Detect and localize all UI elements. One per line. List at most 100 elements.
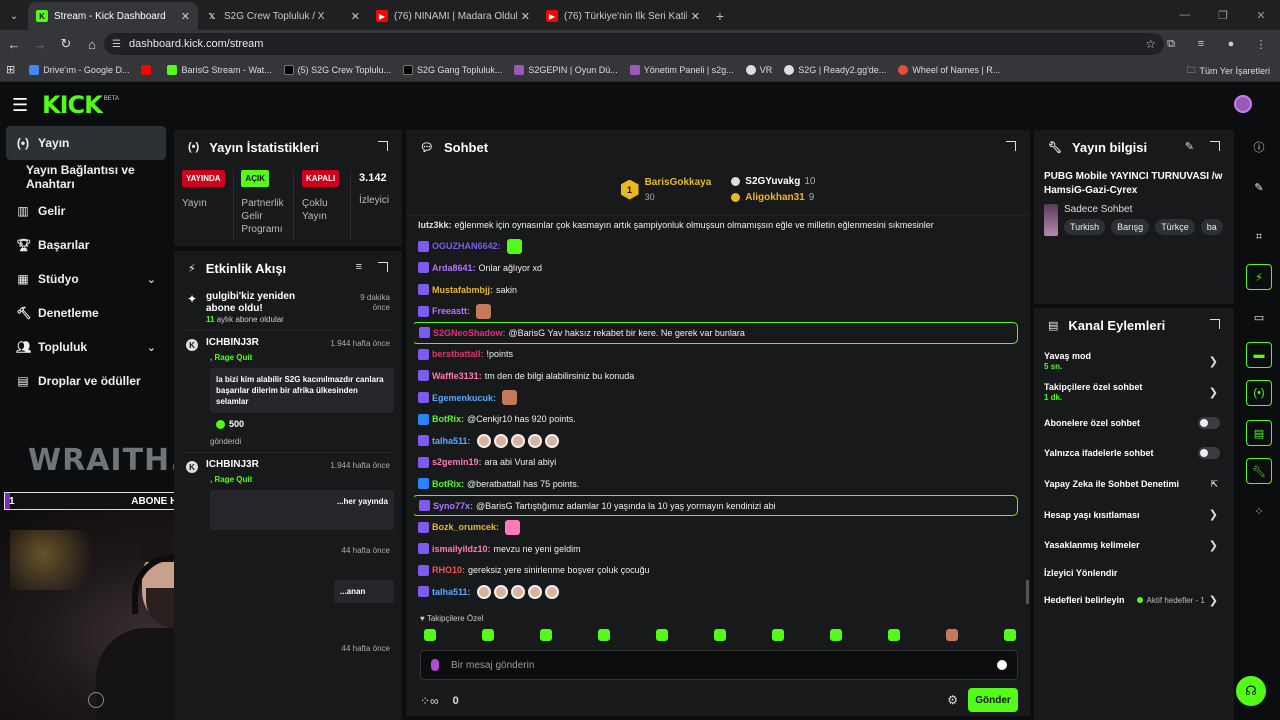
mic-icon[interactable] — [431, 659, 439, 671]
top-gifter-2[interactable]: S2GYuvakg 10 — [731, 174, 815, 190]
chat-username[interactable]: Mustafabmbjj: — [432, 285, 493, 295]
tag[interactable]: ba — [1200, 219, 1223, 235]
minimize-icon[interactable]: — — [1166, 0, 1204, 30]
apps-icon[interactable]: ⊞ — [6, 63, 15, 76]
broadcast-icon[interactable]: (•) — [1246, 380, 1272, 406]
gear-icon[interactable]: ⚙ — [947, 693, 958, 707]
chat-message[interactable]: talha511: — [414, 430, 1018, 452]
chat-message[interactable]: Freeastt: — [414, 300, 1018, 322]
popout-icon[interactable] — [1210, 319, 1220, 329]
emote-icon[interactable] — [424, 629, 436, 641]
emote-icon[interactable] — [772, 629, 784, 641]
chat-message[interactable]: Arda8641: Onlar ağlıyor xd — [414, 257, 1018, 279]
action-banned-words[interactable]: Yasaklanmış kelimeler ❯ — [1044, 530, 1224, 561]
tab-close-icon[interactable]: ✕ — [181, 10, 190, 23]
chat-username[interactable]: ismailyildz10: — [432, 544, 491, 554]
action-ai-moderation[interactable]: Yapay Zeka ile Sohbet Denetimi ⇱ — [1044, 469, 1224, 500]
extensions-icon[interactable]: ⧉ — [1160, 33, 1182, 55]
chat-username[interactable]: talha511: — [432, 587, 471, 597]
wrench-icon[interactable]: 🔧︎ — [1246, 458, 1272, 484]
browser-tab-youtube-1[interactable]: ▶ (76) NİNAMİ | Madara Olduk # ✕ — [368, 2, 538, 30]
profile-icon[interactable]: ● — [1220, 33, 1242, 55]
emote-icon[interactable] — [1004, 629, 1016, 641]
chat-message[interactable]: Egemenkucuk: — [414, 387, 1018, 409]
bookmark-item[interactable]: S2G | Ready2.gg'de... — [784, 64, 886, 75]
chat-message[interactable]: BotRix: @beratbattall has 75 points. — [414, 473, 1018, 495]
sidebar-item-stream-key[interactable]: Yayın Bağlantısı ve Anahtarı — [0, 160, 172, 194]
popout-icon[interactable] — [1006, 141, 1016, 151]
chat-message[interactable]: talha511: — [414, 581, 1018, 603]
send-button[interactable]: Gönder — [968, 688, 1018, 712]
document-icon[interactable]: ▭ — [1246, 304, 1272, 330]
tab-search-button[interactable]: ⌄ — [0, 2, 28, 30]
chat-message[interactable]: ismailyildz10: mevzu ne yeni geldim — [414, 538, 1018, 560]
bookmark-item[interactable]: S2GEPIN | Oyun Dü... — [514, 64, 618, 75]
chat-message[interactable]: Mustafabmbjj: sakin — [414, 279, 1018, 301]
kick-logo[interactable]: KICK — [42, 91, 103, 119]
action-followers-only[interactable]: Takipçilere özel sohbet 1 dk. ❯ — [1044, 377, 1224, 408]
emote-icon[interactable] — [540, 629, 552, 641]
bookmark-item[interactable]: S2G Gang Topluluk... — [403, 64, 502, 75]
chat-scrollbar[interactable] — [1026, 580, 1029, 604]
browser-tab-youtube-2[interactable]: ▶ (76) Türkiye'nin İlk Seri Katili: A ✕ — [538, 2, 708, 30]
chat-username[interactable]: RHO10: — [432, 565, 465, 575]
browser-tab-x[interactable]: 𝕏 S2G Crew Topluluk / X ✕ — [198, 2, 368, 30]
emote-icon[interactable] — [946, 629, 958, 641]
emote-icon[interactable] — [888, 629, 900, 641]
menu-icon[interactable]: ⋮ — [1250, 33, 1272, 55]
forward-icon[interactable]: → — [28, 32, 52, 56]
top-gifter-1[interactable]: 1 BarisGokkaya 30 — [620, 177, 711, 202]
chat-message-list[interactable]: lutz3kk: eğlenmek için oynasınlar çok kas… — [414, 214, 1018, 604]
action-raid[interactable]: İzleyici Yönlendir — [1044, 561, 1224, 585]
chat-message[interactable]: BotRix: @Cenkjr10 has 920 points. — [414, 408, 1018, 430]
sidebar-item-topluluk[interactable]: 👥︎ Topluluk ⌄ — [0, 330, 172, 364]
tab-close-icon[interactable]: ✕ — [691, 10, 700, 23]
chat-icon[interactable]: ▬ — [1246, 342, 1272, 368]
chat-message[interactable]: lutz3kk: eğlenmek için oynasınlar çok kas… — [414, 214, 1018, 236]
all-bookmarks[interactable]: 🗀 Tüm Yer İşaretleri — [1186, 63, 1270, 79]
tag[interactable]: Türkçe — [1155, 219, 1195, 235]
category-thumbnail[interactable] — [1044, 204, 1058, 236]
bookmark-item[interactable]: BarisG Stream - Wat... — [167, 64, 272, 75]
bookmark-item[interactable]: Drive'ım - Google D... — [29, 64, 129, 75]
tab-close-icon[interactable]: ✕ — [521, 10, 530, 23]
points-infinity-icon[interactable]: ⁘∞ — [420, 694, 439, 708]
action-slow-mode[interactable]: Yavaş mod 5 sn. ❯ — [1044, 346, 1224, 377]
chat-username[interactable]: s2gemin19: — [432, 457, 482, 467]
chat-message[interactable]: Syno77x: @BarisG Tartıştığımız adamlar 10… — [414, 494, 1018, 517]
chat-message[interactable]: S2GNeoShadow: @BarisG Yav haksız rekabet … — [414, 321, 1018, 344]
sidebar-item-basarilar[interactable]: 🏆︎ Başarılar — [0, 228, 172, 262]
dashboard-icon[interactable]: ▤ — [1246, 420, 1272, 446]
chat-username[interactable]: Waffle3131: — [432, 371, 482, 381]
chat-message[interactable]: berstbattall: !points — [414, 344, 1018, 366]
new-tab-button[interactable]: + — [708, 2, 732, 30]
emote-only-toggle[interactable] — [1198, 447, 1220, 460]
chat-message[interactable]: Waffle3131: tm den de bilgi alabilirsiniz… — [414, 365, 1018, 387]
chat-username[interactable]: talha511: — [432, 436, 471, 446]
filter-icon[interactable]: ≡ — [356, 261, 362, 273]
emote-icon[interactable] — [714, 629, 726, 641]
chat-username[interactable]: Bozk_orumcek: — [432, 522, 499, 532]
chat-username[interactable]: BotRix: — [432, 479, 464, 489]
bookmark-star-icon[interactable]: ☆ — [1145, 37, 1156, 51]
bookmark-item[interactable]: (5) S2G Crew Toplulu... — [283, 64, 391, 75]
popout-icon[interactable] — [1210, 141, 1220, 151]
chat-message[interactable]: Bozk_orumcek: — [414, 516, 1018, 538]
sidebar-item-yayin[interactable]: (•) Yayın — [6, 126, 166, 160]
chat-message[interactable]: s2gemin19: ara abi Vural abiyi — [414, 452, 1018, 474]
site-info-icon[interactable]: ☰ — [112, 39, 121, 50]
help-support-icon[interactable]: ☊ — [1236, 676, 1266, 706]
sidebar-item-gelir[interactable]: ▥ Gelir — [0, 194, 172, 228]
tab-close-icon[interactable]: ✕ — [351, 10, 360, 23]
users-icon[interactable]: ⁘ — [1246, 498, 1272, 524]
hamburger-menu-icon[interactable]: ☰ — [12, 95, 42, 116]
tag[interactable]: Turkish — [1064, 219, 1106, 235]
sidebar-item-studyo[interactable]: ▦ Stüdyo ⌄ — [0, 262, 172, 296]
edit-icon[interactable]: ✎ — [1185, 140, 1194, 153]
chat-message[interactable]: RHO10: gereksiz yere sinirlenme boşver ço… — [414, 560, 1018, 582]
back-icon[interactable]: ← — [2, 32, 26, 56]
home-icon[interactable]: ⌂ — [80, 32, 104, 56]
info-icon[interactable]: ⓘ — [1246, 134, 1272, 160]
lightning-icon[interactable]: ⚡︎ — [1246, 264, 1272, 290]
reload-icon[interactable]: ↻ — [54, 32, 78, 56]
